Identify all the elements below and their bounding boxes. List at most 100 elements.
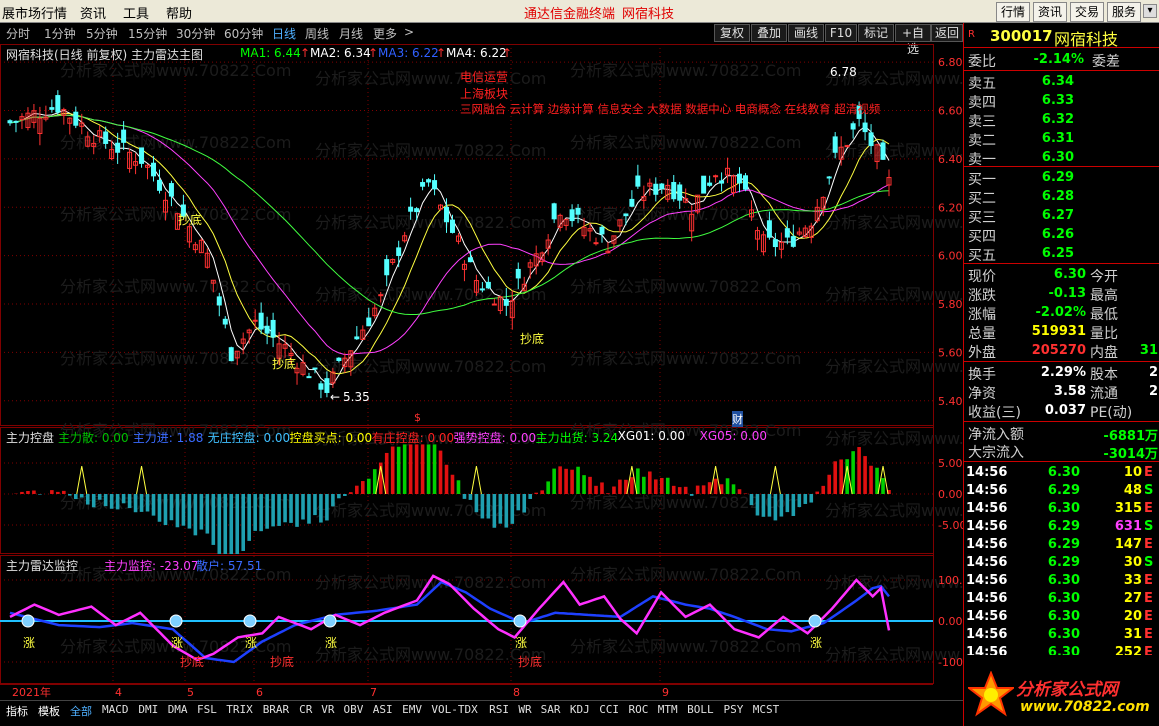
bid-label: 买三 [968,210,996,226]
p2-bar-neg [462,494,467,499]
scroll-arrow-icon[interactable]: ▾ [1143,4,1157,18]
bid-label: 买一 [968,172,996,188]
p2-bar-neg [767,494,772,517]
p2-bar-neg [187,494,192,529]
indicator-tab-fsl[interactable]: FSL [197,703,217,716]
indicator-tab-vr[interactable]: VR [321,703,334,716]
stat2-value: 2.29% [1040,365,1086,380]
indicator-tab-emv[interactable]: EMV [402,703,422,716]
tick-price: 6.29 [1047,537,1080,552]
p2-bar-neg [283,494,287,523]
indicator-tabs: 指标 模板 全部 MACD DMI DMA FSL TRIX BRAR CR VR OBV ASI EMV… [0,700,963,719]
ask-price[interactable]: 6.34 [1014,74,1074,89]
p2-bar-pos [695,485,700,494]
p2-bar-neg [85,494,90,505]
indicator-tab-macd[interactable]: MACD [102,703,129,716]
indicator-tab-kdj[interactable]: KDJ [570,703,590,716]
stat-value: 6.30 [1053,267,1086,282]
btn-info[interactable]: 资讯 [1033,2,1067,22]
p2-bar-neg [797,494,802,508]
btn-service[interactable]: 服务 [1107,2,1141,22]
candle-body [467,257,473,263]
p3-chaodi-label: 抄底 [180,654,204,669]
candle-body [354,336,360,340]
ask-price[interactable]: 6.31 [1014,131,1074,146]
indicator-tab-cci[interactable]: CCI [599,703,619,716]
candle-body [336,357,342,362]
p2-bar-neg [73,494,78,500]
indicator-tab-mcst[interactable]: MCST [753,703,780,716]
ask-price[interactable]: 6.30 [1014,150,1074,165]
indicator-tab-模板[interactable]: 模板 [38,703,60,719]
indicator-tab-wr[interactable]: WR [518,703,531,716]
p2-bar-pos [845,459,849,494]
indicator-tab-全部[interactable]: 全部 [70,703,92,719]
p2-bar-neg [163,494,168,526]
indicator-tab-trix[interactable]: TRIX [226,703,253,716]
p2-bar-pos [839,459,843,494]
indicator-tab-boll[interactable]: BOLL [687,703,714,716]
s-marker: $ [414,411,421,424]
panel2-title: 主力控盘 [6,431,55,445]
indicator-tab-sar[interactable]: SAR [541,703,561,716]
indicator-tab-cr[interactable]: CR [299,703,312,716]
btn-trade[interactable]: 交易 [1070,2,1104,22]
indicator-tab-obv[interactable]: OBV [344,703,364,716]
p2-bar-neg [277,494,281,526]
indicator-tab-rsi[interactable]: RSI [489,703,509,716]
indicator-tab-roc[interactable]: ROC [629,703,649,716]
p2-bar-pos [540,490,544,494]
tick-volume: 30 [1123,555,1142,570]
indicator-tab-psy[interactable]: PSY [724,703,744,716]
candle-body [449,219,455,233]
tick-side: E [1144,627,1153,642]
bid-label: 买五 [968,248,996,264]
bid-price[interactable]: 6.26 [1014,227,1074,242]
tick-volume: 315 [1114,501,1142,516]
indicator-tab-dmi[interactable]: DMI [138,703,158,716]
p2-bar-neg [91,494,96,508]
bid-price[interactable]: 6.25 [1014,246,1074,261]
ma2-up-icon: ↑ [368,46,379,60]
p2-bar-neg [331,494,335,507]
p2-bar-pos [444,464,449,494]
p2-bar-neg [773,494,778,521]
p3-y-tick: 100.0 [938,574,963,587]
bid-price[interactable]: 6.29 [1014,170,1074,185]
indicator-tab-brar[interactable]: BRAR [263,703,290,716]
bid-price[interactable]: 6.27 [1014,208,1074,223]
weibi-label: 委比 [968,54,996,70]
stat-label: 涨幅 [968,307,996,323]
p2-bar-neg [223,494,228,554]
concept-3: 三网融合 云计算 边缘计算 信息安全 大数据 数据中心 电商概念 在线教育 超清… [460,102,881,116]
ask-price[interactable]: 6.32 [1014,112,1074,127]
candle-body [850,123,856,130]
stock-code: 300017 [990,27,1053,45]
tick-time: 14:56 [966,609,1008,624]
btn-quotes[interactable]: 行情 [996,2,1030,22]
indicator-tab-asi[interactable]: ASI [373,703,393,716]
candle-body [222,318,228,325]
p2-bar-neg [79,494,84,498]
logo-text: 分析家公式网 [1016,680,1118,700]
ask-price[interactable]: 6.33 [1014,93,1074,108]
p2-bar-neg [486,494,491,519]
stat-value: 519931 [1031,324,1086,339]
p2-bar-pos [677,487,682,494]
candle-body [677,184,683,201]
bid-price[interactable]: 6.28 [1014,189,1074,204]
p2-legend-item: 主力散: 0.00 [58,431,129,445]
indicator-tab-mtm[interactable]: MTM [658,703,678,716]
flow-value: -6881万 [1103,429,1158,444]
indicator-tab-vol-tdx[interactable]: VOL-TDX [431,703,477,716]
tick-price: 6.30 [1047,609,1080,624]
indicator-tab-指标[interactable]: 指标 [6,703,28,719]
p2-bar-neg [205,494,210,534]
watermark-text: 分析家公式网www.70822.Com [570,133,801,152]
cai-marker: 财 [732,411,743,427]
stat-value: -2.02% [1035,305,1087,320]
candle-body [826,176,832,179]
p2-bar-neg [528,494,533,499]
indicator-tab-dma[interactable]: DMA [168,703,188,716]
watermark-text: 分析家公式网www.70822.Com [315,645,546,664]
